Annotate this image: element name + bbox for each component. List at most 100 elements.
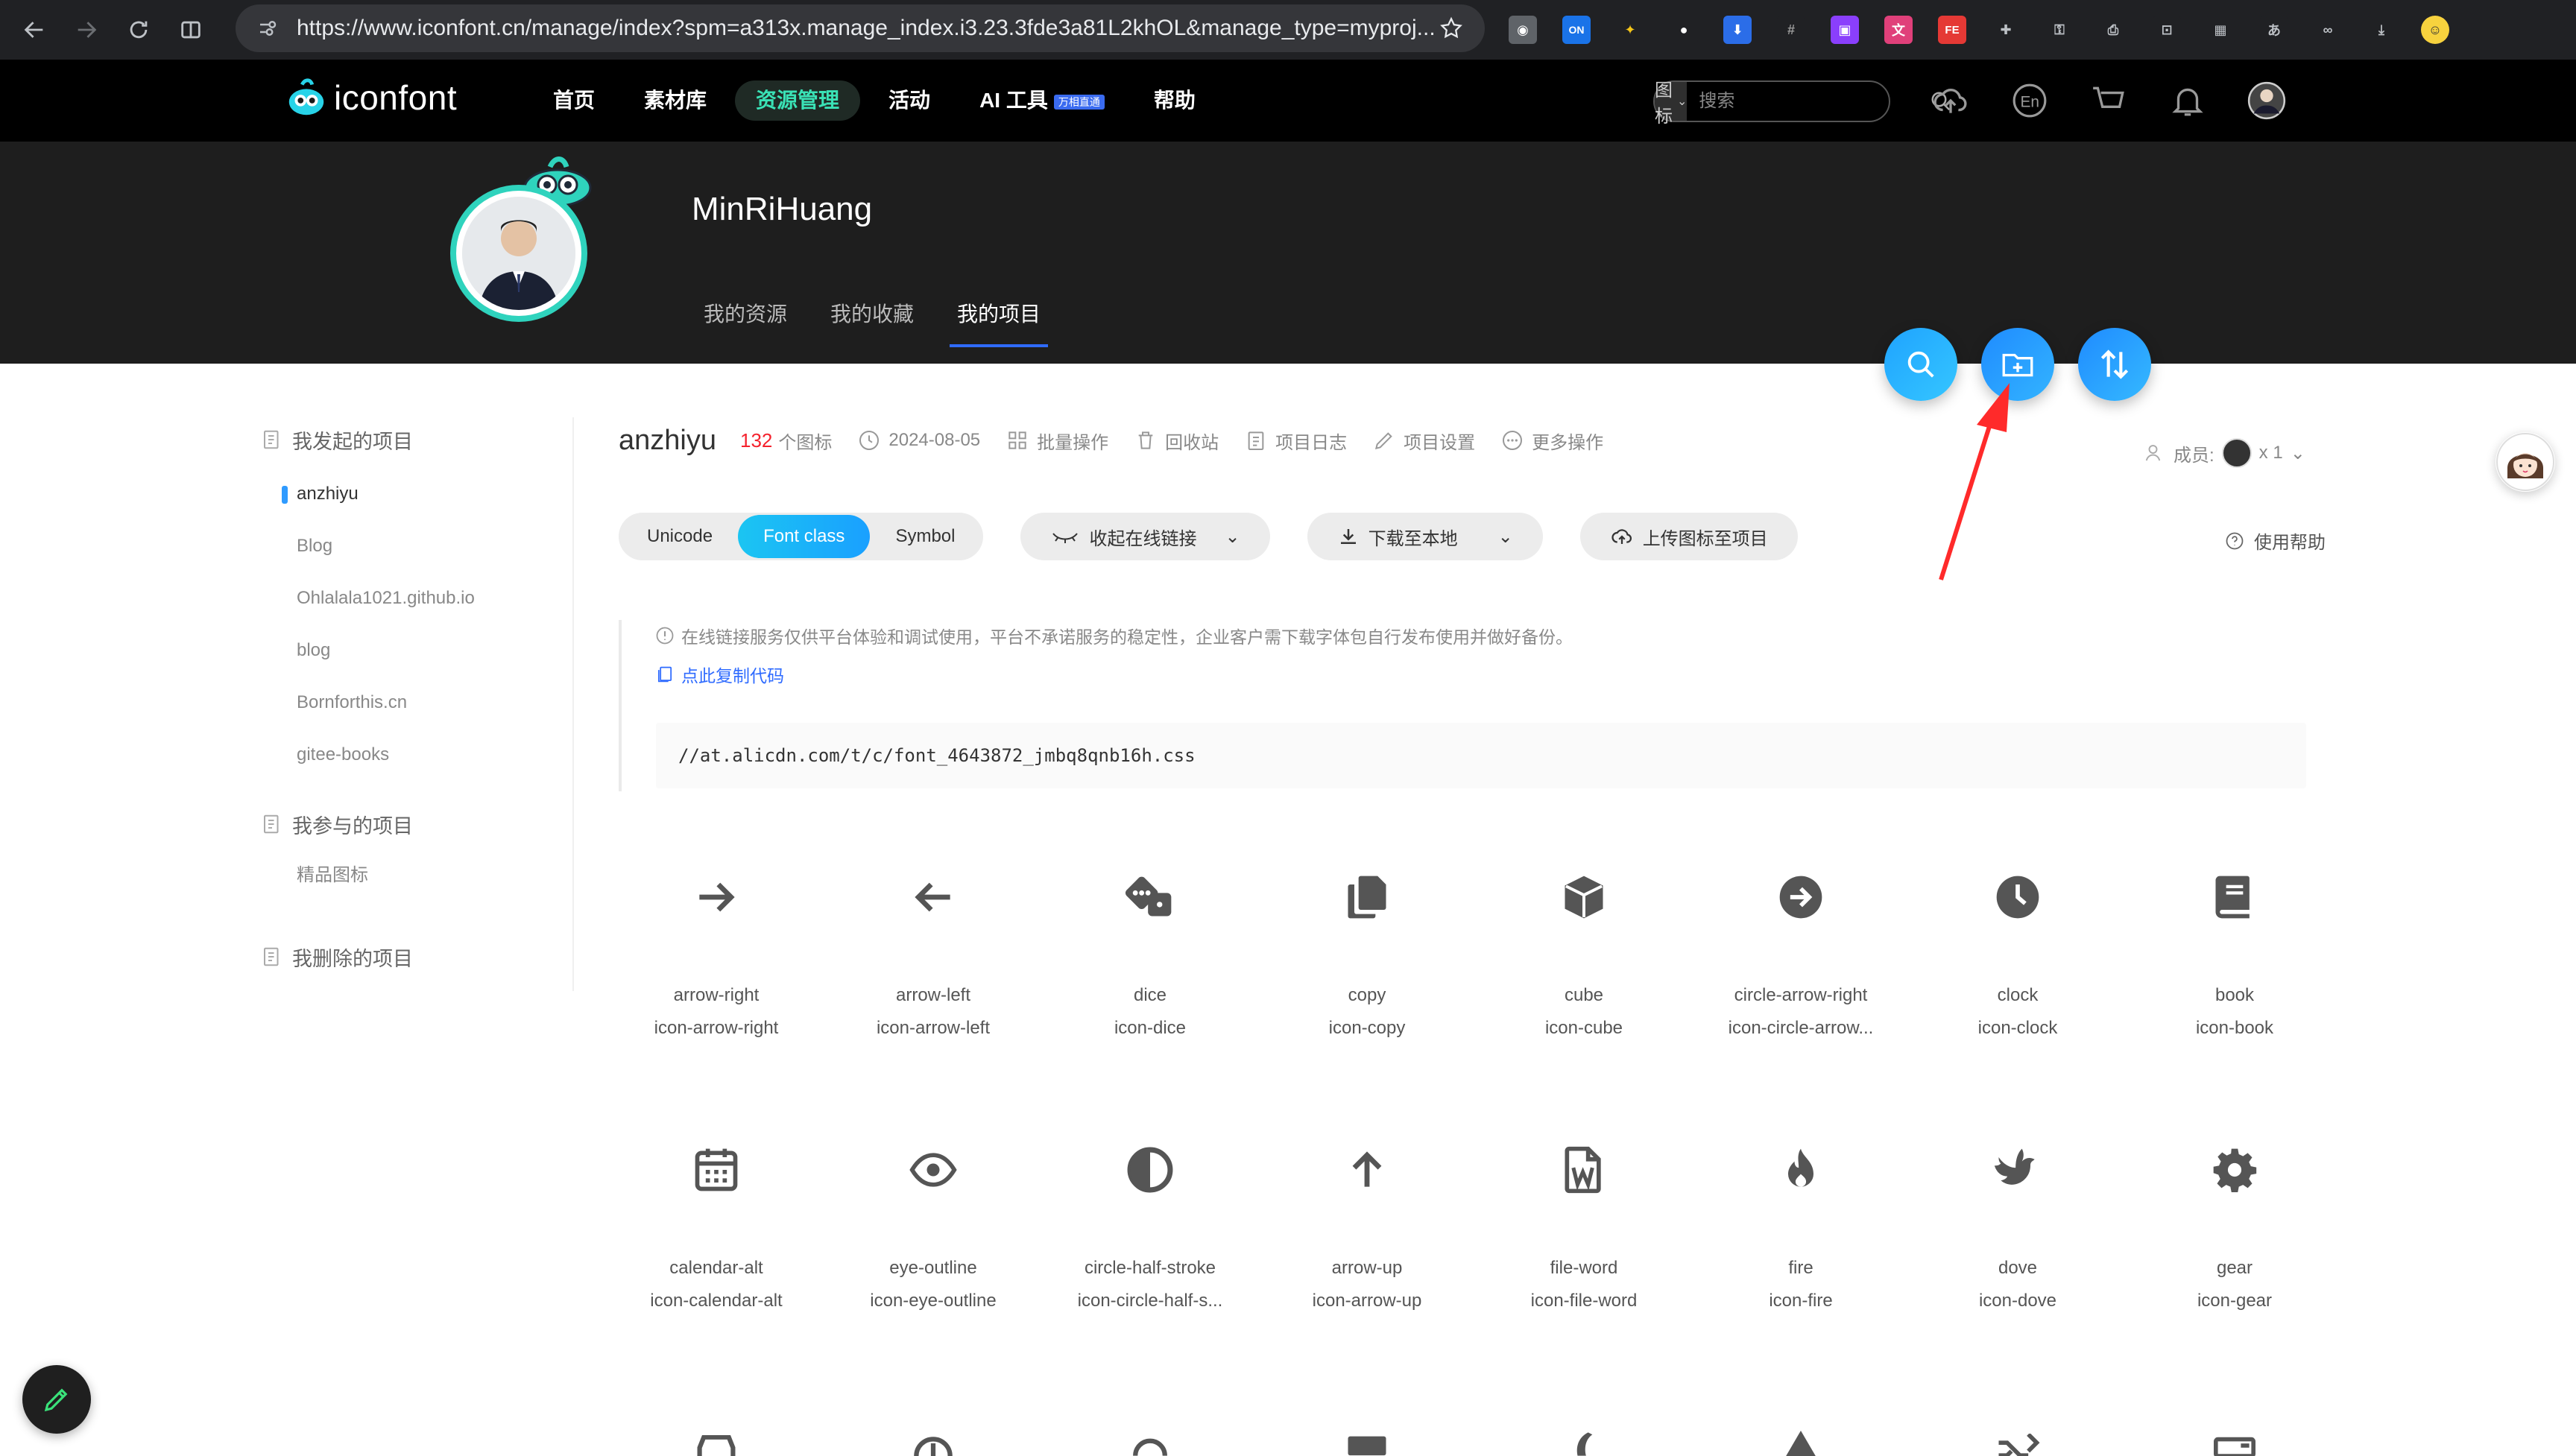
camera-extension-icon[interactable]: ◉ (1509, 16, 1537, 44)
split-view-icon (181, 21, 201, 39)
sidebar-item-bornforthis[interactable]: Bornforthis.cn (261, 677, 572, 729)
forward-button[interactable] (66, 9, 107, 51)
cart-icon[interactable] (2089, 80, 2129, 121)
nav-resource-manage[interactable]: 资源管理 (735, 80, 861, 121)
nav-ai-tools[interactable]: AI 工具 万相直通 (959, 80, 1126, 121)
profile-avatar[interactable] (450, 185, 587, 322)
batch-operation-button[interactable]: 批量操作 (1006, 428, 1108, 454)
notice-text: 在线链接服务仅供平台体验和调试使用，平台不承诺服务的稳定性，企业客户需下载字体包… (681, 627, 1573, 647)
project-log-button[interactable]: 项目日志 (1244, 428, 1347, 454)
sidebar-group-joined[interactable]: 我参与的项目 (261, 802, 572, 846)
qr-code-icon[interactable]: ▦ (2206, 16, 2235, 44)
icon-name: eye-outline (889, 1258, 977, 1278)
icon-card[interactable]: circle-arrow-right icon-circle-arrow... (1693, 872, 1909, 1110)
tab-my-favorites[interactable]: 我的收藏 (830, 298, 914, 347)
sidebar-group-deleted[interactable]: 我删除的项目 (261, 934, 572, 979)
github-extension-icon[interactable]: ● (1670, 16, 1698, 44)
pet-extension-icon[interactable]: ✦ (1616, 16, 1644, 44)
nav-library[interactable]: 素材库 (623, 80, 727, 121)
icon-card[interactable]: clock icon-clock (1910, 872, 2126, 1110)
search-type-select[interactable]: 图标 ⌄ (1655, 80, 1688, 127)
copy-code-link[interactable]: 点此复制代码 (654, 662, 784, 687)
circle-half-icon (1127, 1147, 1173, 1193)
icon-name: copy (1348, 985, 1386, 1005)
icon-card[interactable]: arrow-right icon-arrow-right (608, 872, 824, 1110)
profile-tabs: 我的资源 我的收藏 我的项目 (704, 298, 1049, 347)
sidebar-item-gitee-books[interactable]: gitee-books (261, 729, 572, 781)
icon-card[interactable]: circle-half-stroke icon-circle-half-s... (1042, 1145, 1258, 1383)
tab-my-resources[interactable]: 我的资源 (704, 298, 787, 347)
search-input[interactable] (1687, 91, 1931, 112)
download-local-button[interactable]: 下载至本地 ⌄ (1307, 513, 1543, 560)
icon-card[interactable]: calendar-alt icon-calendar-alt (608, 1145, 824, 1383)
icon-card[interactable]: copy icon-copy (1259, 872, 1475, 1110)
slack-extension-icon[interactable]: # (1777, 16, 1805, 44)
edit-floating-button[interactable] (22, 1365, 91, 1434)
address-bar[interactable]: https://www.iconfont.cn/manage/index?spm… (236, 4, 1485, 52)
fe-extension-icon[interactable]: FE (1938, 16, 1966, 44)
format-symbol[interactable]: Symbol (870, 515, 980, 558)
on-extension-icon[interactable]: ON (1562, 16, 1591, 44)
icon-class: icon-clock (1977, 1018, 2058, 1038)
sidebar-item-ohlalala[interactable]: Ohlalala1021.github.io (261, 572, 572, 624)
translate-extension-icon[interactable]: 文 (1884, 16, 1913, 44)
sidebar-group-created[interactable]: 我发起的项目 (261, 417, 572, 462)
sidebar-item-blog[interactable]: blog (261, 624, 572, 677)
icon-card[interactable]: fire icon-fire (1693, 1145, 1909, 1383)
format-font-class[interactable]: Font class (738, 515, 871, 558)
user-avatar[interactable] (2247, 80, 2287, 121)
svg-text:En: En (2021, 93, 2039, 110)
css-link-code[interactable]: //at.alicdn.com/t/c/font_4643872_jmbq8qn… (656, 723, 2306, 788)
browser-toolbar: https://www.iconfont.cn/manage/index?spm… (0, 0, 2576, 60)
project-members[interactable]: 成员: x 1 ⌄ (2144, 438, 2305, 468)
icon-card[interactable]: arrow-up icon-arrow-up (1259, 1145, 1475, 1383)
nav-help[interactable]: 帮助 (1133, 80, 1216, 121)
upload-cloud-icon (1611, 529, 1632, 544)
icon-card[interactable]: book icon-book (2127, 872, 2343, 1110)
puzzle-extension-icon[interactable]: ✚ (1992, 16, 2020, 44)
project-settings-button[interactable]: 项目设置 (1372, 428, 1475, 454)
more-actions-button[interactable]: 更多操作 (1500, 428, 1603, 454)
icon-card[interactable]: cube icon-cube (1476, 872, 1692, 1110)
nav-activity[interactable]: 活动 (868, 80, 951, 121)
icon-card[interactable]: dice icon-dice (1042, 872, 1258, 1110)
fab-sort-button[interactable] (2078, 328, 2151, 401)
reload-button[interactable] (118, 9, 160, 51)
upload-icons-button[interactable]: 上传图标至项目 (1579, 513, 1798, 560)
bookmark-star-icon[interactable] (1439, 16, 1464, 41)
icon-card[interactable]: eye-outline icon-eye-outline (825, 1145, 1041, 1383)
assistant-avatar-button[interactable] (2496, 432, 2555, 492)
icon-card[interactable]: file-word icon-file-word (1476, 1145, 1692, 1383)
sidebar-item-blog-upper[interactable]: Blog (261, 520, 572, 572)
page-translate-icon[interactable]: あ (2260, 16, 2288, 44)
language-en-icon[interactable]: En (2010, 80, 2050, 121)
password-key-icon[interactable]: ⚿ (2045, 16, 2074, 44)
project-list-icon (264, 430, 279, 449)
profile-emoji-icon[interactable]: ☺ (2421, 16, 2449, 44)
icon-card[interactable]: arrow-left icon-arrow-left (825, 872, 1041, 1110)
icon-card[interactable]: dove icon-dove (1910, 1145, 2126, 1383)
upload-cloud-icon[interactable] (1931, 80, 1971, 121)
nav-home[interactable]: 首页 (532, 80, 616, 121)
purple-extension-icon[interactable]: ▣ (1831, 16, 1859, 44)
download-extension-icon[interactable]: ⬇ (1723, 16, 1752, 44)
sidebar-item-anzhiyu[interactable]: anzhiyu (261, 468, 572, 520)
sidebar-item-premium-icons[interactable]: 精品图标 (261, 849, 572, 902)
link-icon[interactable]: ∞ (2314, 16, 2342, 44)
downloads-icon[interactable]: ⤓ (2367, 16, 2396, 44)
bell-icon[interactable] (2168, 80, 2208, 121)
info-circle-icon (656, 627, 674, 645)
recycle-bin-button[interactable]: 回收站 (1134, 428, 1219, 454)
icon-card[interactable]: gear icon-gear (2127, 1145, 2343, 1383)
back-button[interactable] (13, 9, 55, 51)
usage-help-link[interactable]: 使用帮助 (2224, 528, 2326, 554)
split-view-button[interactable] (170, 9, 212, 51)
usage-help-label: 使用帮助 (2254, 533, 2326, 553)
screenshot-icon[interactable]: ⊡ (2153, 16, 2181, 44)
clock-icon (859, 431, 880, 450)
print-icon[interactable]: ⎙ (2099, 16, 2127, 44)
format-unicode[interactable]: Unicode (622, 515, 738, 558)
logo[interactable]: iconfont (285, 76, 457, 119)
collapse-online-link-button[interactable]: 收起在线链接 ⌄ (1020, 513, 1270, 560)
tab-my-projects[interactable]: 我的项目 (950, 298, 1049, 347)
